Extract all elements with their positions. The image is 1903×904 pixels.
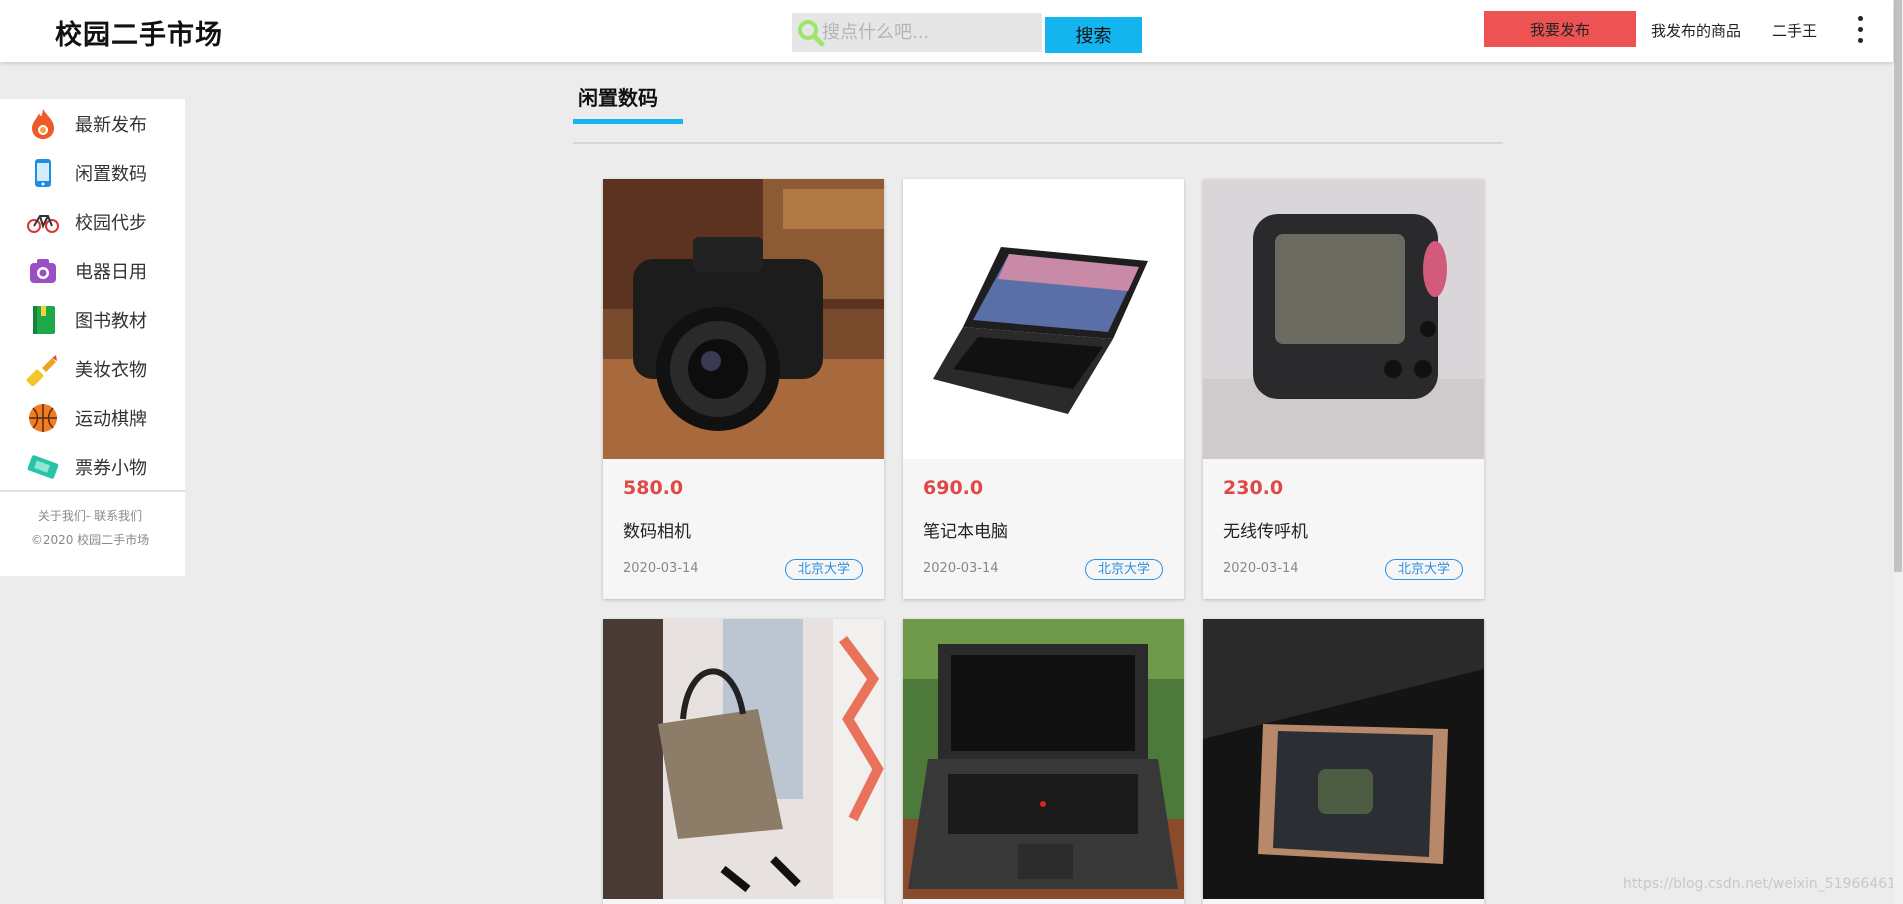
camera-photo[interactable] xyxy=(603,179,884,459)
product-card[interactable] xyxy=(1203,619,1484,904)
sidebar-item-label: 电器日用 xyxy=(75,261,147,283)
fire-icon xyxy=(32,108,54,139)
product-card[interactable]: 230.0 无线传呼机 2020-03-14 北京大学 xyxy=(1203,179,1484,599)
product-price: 580.0 xyxy=(623,477,684,499)
sidebar-item-label: 图书教材 xyxy=(75,310,147,332)
phone-icon xyxy=(35,158,51,187)
sidebar-item-label: 美妆衣物 xyxy=(75,359,147,381)
sidebar-item-appliances[interactable]: 电器日用 xyxy=(0,246,185,295)
my-goods-link[interactable]: 我发布的商品 xyxy=(1651,20,1741,41)
basketball-icon xyxy=(29,403,57,432)
school-tag: 北京大学 xyxy=(785,559,863,580)
ticket-icon xyxy=(27,454,59,479)
smartphone-photo[interactable] xyxy=(1203,619,1484,899)
book-icon xyxy=(33,305,55,334)
school-tag: 北京大学 xyxy=(1085,559,1163,580)
sidebar-item-digital[interactable]: 闲置数码 xyxy=(0,148,185,197)
category-underline xyxy=(573,119,683,124)
product-card[interactable]: 580.0 数码相机 2020-03-14 北京大学 xyxy=(603,179,884,599)
username-link[interactable]: 二手王 xyxy=(1772,20,1817,41)
product-price: 230.0 xyxy=(1223,477,1284,499)
sidebar-item-label: 校园代步 xyxy=(75,212,147,234)
sidebar-item-latest[interactable]: 最新发布 xyxy=(0,99,185,148)
laptop-photo[interactable] xyxy=(903,179,1184,459)
watermark: https://blog.csdn.net/weixin_51966461 xyxy=(1623,876,1897,892)
product-card[interactable] xyxy=(603,619,884,904)
sidebar-item-tickets[interactable]: 票券小物 xyxy=(0,442,185,491)
product-date: 2020-03-14 xyxy=(1223,561,1299,576)
product-card[interactable]: 690.0 笔记本电脑 2020-03-14 北京大学 xyxy=(903,179,1184,599)
product-price: 690.0 xyxy=(923,477,984,499)
product-title[interactable]: 数码相机 xyxy=(623,517,691,542)
category-divider xyxy=(573,142,1503,144)
school-tag: 北京大学 xyxy=(1385,559,1463,580)
sidebar-item-label: 闲置数码 xyxy=(75,163,147,185)
sidebar-item-books[interactable]: 图书教材 xyxy=(0,295,185,344)
scrollbar-thumb[interactable] xyxy=(1894,0,1902,572)
sidebar-item-transport[interactable]: 校园代步 xyxy=(0,197,185,246)
sidebar-item-sports[interactable]: 运动棋牌 xyxy=(0,393,185,442)
sidebar-item-beauty[interactable]: 美妆衣物 xyxy=(0,344,185,393)
category-title: 闲置数码 xyxy=(578,86,658,110)
footer-links[interactable]: 关于我们- 联系我们 xyxy=(0,507,180,524)
product-card[interactable] xyxy=(903,619,1184,904)
sidebar-divider xyxy=(0,490,185,492)
handbag-photo[interactable] xyxy=(603,619,884,899)
product-date: 2020-03-14 xyxy=(923,561,999,576)
sidebar-item-label: 运动棋牌 xyxy=(75,408,147,430)
search-button[interactable]: 搜索 xyxy=(1045,17,1142,53)
product-title[interactable]: 笔记本电脑 xyxy=(923,517,1008,542)
sidebar-item-label: 最新发布 xyxy=(75,114,147,136)
category-sidebar: 最新发布 闲置数码 校园代步 电器日用 图书教材 美妆衣物 运动棋牌 票券小物 … xyxy=(0,99,185,576)
search-box xyxy=(792,13,1042,52)
site-logo[interactable]: 校园二手市场 xyxy=(55,13,223,52)
lipstick-icon xyxy=(26,354,57,386)
product-date: 2020-03-14 xyxy=(623,561,699,576)
product-title[interactable]: 无线传呼机 xyxy=(1223,517,1308,542)
publish-button[interactable]: 我要发布 xyxy=(1484,11,1636,47)
page-scrollbar[interactable] xyxy=(1893,0,1903,904)
camera-icon xyxy=(30,258,56,283)
top-header: 校园二手市场 搜索 我要发布 我发布的商品 二手王 xyxy=(0,0,1893,62)
search-input[interactable] xyxy=(822,13,1040,52)
thinkpad-photo[interactable] xyxy=(903,619,1184,899)
pager-photo[interactable] xyxy=(1203,179,1484,459)
bicycle-icon xyxy=(27,214,59,233)
sidebar-item-label: 票券小物 xyxy=(75,457,147,479)
copyright: ©2020 校园二手市场 xyxy=(30,533,150,547)
more-vertical-icon[interactable] xyxy=(1854,13,1866,49)
